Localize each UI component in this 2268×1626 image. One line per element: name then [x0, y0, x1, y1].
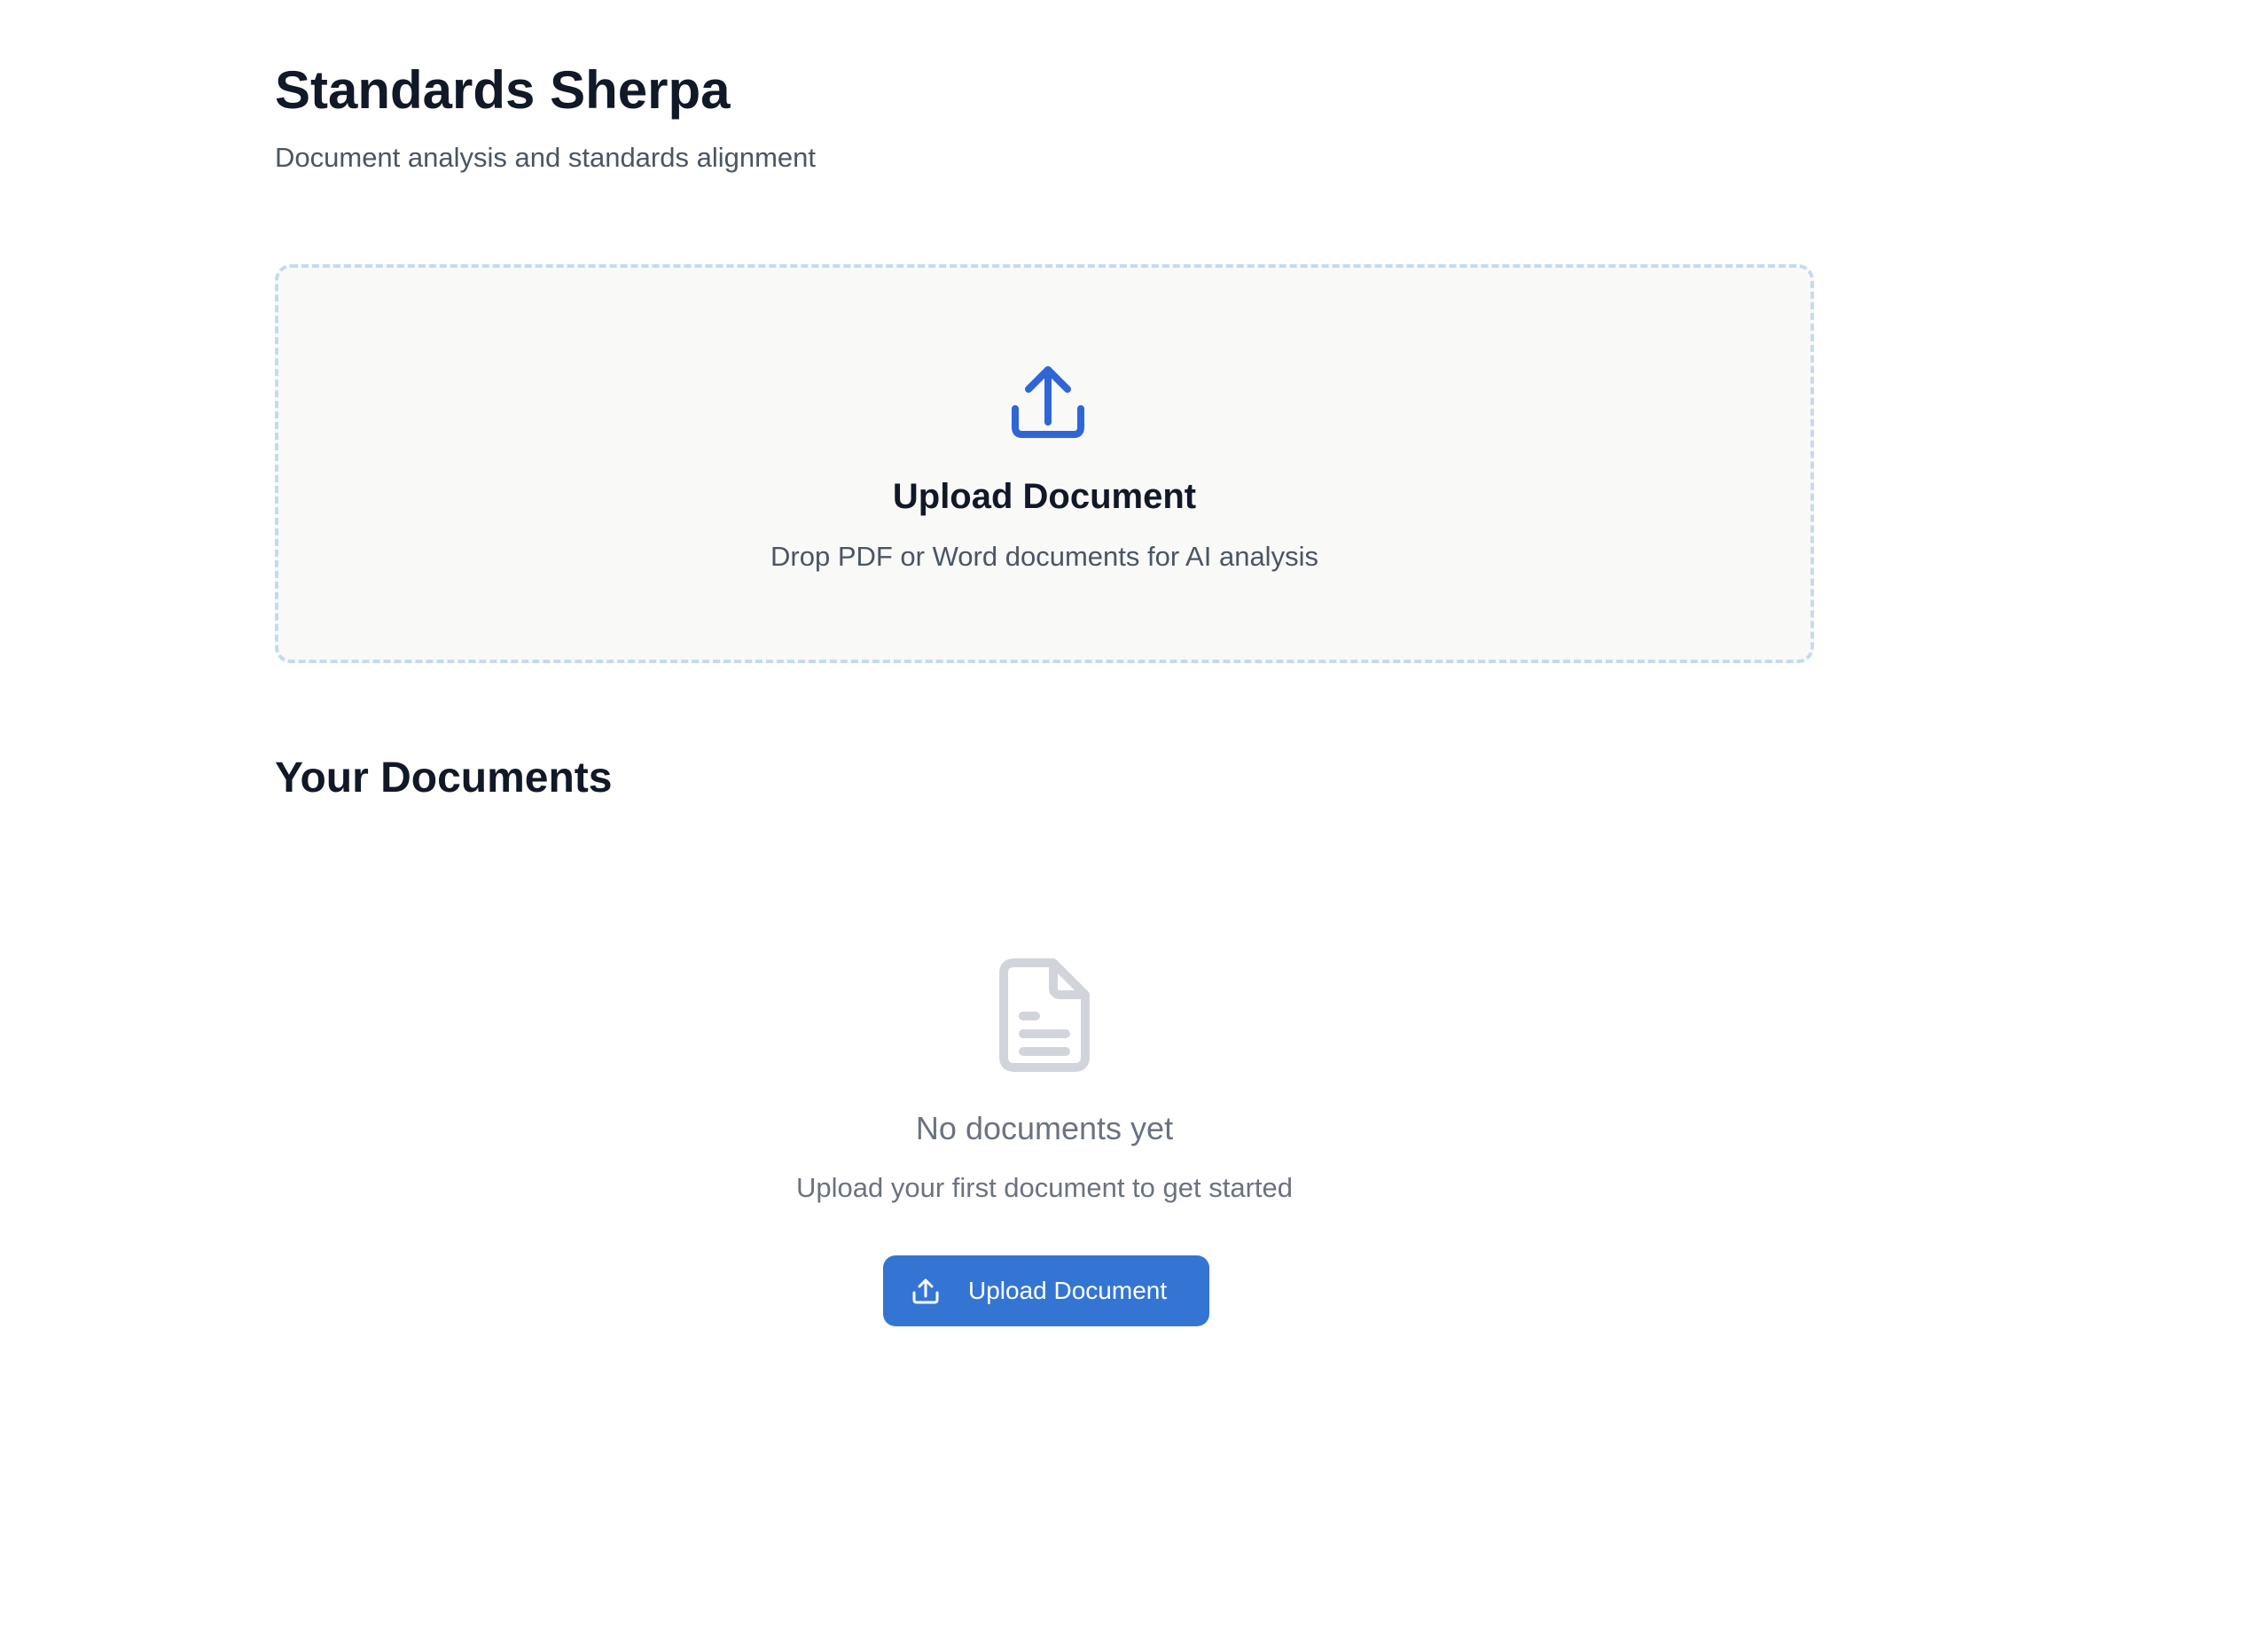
- upload-icon: [1012, 366, 1084, 438]
- page: Standards Sherpa Document analysis and s…: [0, 0, 2268, 1626]
- upload-document-button[interactable]: Upload Document: [883, 1255, 1209, 1326]
- app-subtitle: Document analysis and standards alignmen…: [275, 142, 817, 173]
- app-title: Standards Sherpa: [275, 60, 731, 120]
- file-text-icon: [999, 958, 1090, 1072]
- upload-document-button-label: Upload Document: [968, 1277, 1168, 1304]
- upload-icon: [912, 1278, 939, 1304]
- upload-dropzone[interactable]: Upload Document Drop PDF or Word documen…: [275, 264, 1814, 663]
- documents-section-title: Your Documents: [275, 754, 613, 801]
- empty-state-description: Upload your first document to get starte…: [795, 1172, 1293, 1203]
- dropzone-title: Upload Document: [892, 477, 1197, 516]
- dropzone-description: Drop PDF or Word documents for AI analys…: [770, 541, 1318, 572]
- documents-empty-state: No documents yet Upload your first docum…: [275, 958, 1814, 1348]
- empty-state-title: No documents yet: [915, 1110, 1174, 1146]
